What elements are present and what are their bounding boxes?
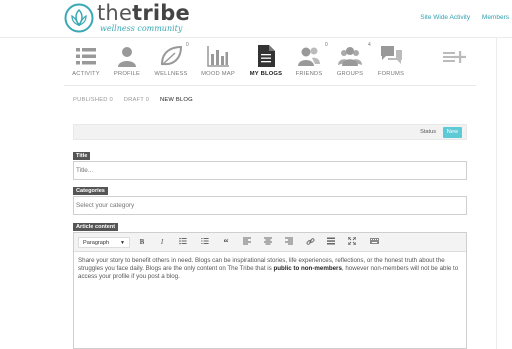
keyboard-icon[interactable] (368, 237, 380, 248)
sidebar-divider (496, 38, 497, 349)
article-editor: Paragraph ▼ B I “ Share your story to be… (73, 232, 467, 349)
top-links: Site Wide Activity Members (410, 14, 509, 21)
profile-nav: ACTIVITY PROFILE 0 WELLNESS MOOD MAP MY … (64, 38, 476, 86)
status-badge: New (442, 127, 462, 138)
wellness-count-badge: 0 (186, 42, 189, 48)
align-center-icon[interactable] (262, 237, 274, 248)
list-add-icon (443, 51, 466, 63)
align-right-icon[interactable] (283, 237, 295, 248)
site-wide-activity-link[interactable]: Site Wide Activity (420, 14, 470, 21)
italic-icon[interactable]: I (156, 237, 168, 248)
horizontal-rule-icon[interactable] (325, 237, 337, 248)
fullscreen-icon[interactable] (346, 236, 358, 248)
link-icon[interactable] (304, 237, 316, 248)
title-field-label: Title (73, 152, 91, 160)
activity-list-icon (76, 48, 96, 65)
leaf-icon (160, 45, 183, 66)
category-select[interactable] (73, 196, 467, 215)
site-header: thetribe wellness community Site Wide Ac… (0, 0, 512, 38)
members-link[interactable]: Members (482, 14, 509, 21)
format-select-value: Paragraph (83, 240, 110, 246)
nav-more-button[interactable] (432, 42, 476, 82)
status-bar: Status New (73, 124, 467, 140)
bullet-list-icon[interactable] (177, 237, 189, 248)
nav-item-wellness[interactable]: 0 WELLNESS (149, 42, 193, 82)
tab-published[interactable]: PUBLISHED 0 (73, 97, 113, 103)
forums-chat-icon (381, 46, 402, 64)
paragraph-format-select[interactable]: Paragraph ▼ (78, 237, 130, 248)
profile-person-icon (118, 47, 136, 67)
caret-down-icon: ▼ (120, 240, 125, 246)
blog-subtabs: PUBLISHED 0 DRAFT 0 NEW BLOG (73, 97, 202, 103)
groups-icon (338, 47, 362, 66)
blockquote-icon[interactable]: “ (220, 237, 232, 249)
nav-label: FORUMS (377, 71, 405, 77)
logo-wordmark: thetribe (97, 1, 190, 25)
friends-icon (298, 47, 320, 66)
numbered-list-icon[interactable] (199, 237, 211, 248)
tab-new-blog[interactable]: NEW BLOG (160, 97, 193, 103)
bar-chart-icon (207, 46, 229, 67)
tab-draft[interactable]: DRAFT 0 (124, 97, 149, 103)
bold-text-span: public to non-members (273, 265, 342, 273)
lotus-logo-icon (64, 3, 94, 33)
logo-tagline: wellness community (100, 24, 183, 33)
editor-content[interactable]: Share your story to benefit others in ne… (78, 257, 462, 282)
categories-field-label: Categories (73, 187, 108, 195)
nav-item-forums[interactable]: FORUMS (369, 42, 413, 82)
align-left-icon[interactable] (241, 237, 253, 248)
nav-item-mood-map[interactable]: MOOD MAP (196, 42, 240, 82)
bold-icon[interactable]: B (136, 237, 148, 248)
editor-toolbar: Paragraph ▼ B I “ (74, 233, 466, 252)
site-logo[interactable]: thetribe wellness community (64, 1, 190, 35)
title-input[interactable] (73, 161, 467, 180)
document-icon (258, 45, 275, 67)
status-label: Status (420, 129, 436, 135)
article-content-label: Article content (73, 223, 119, 231)
